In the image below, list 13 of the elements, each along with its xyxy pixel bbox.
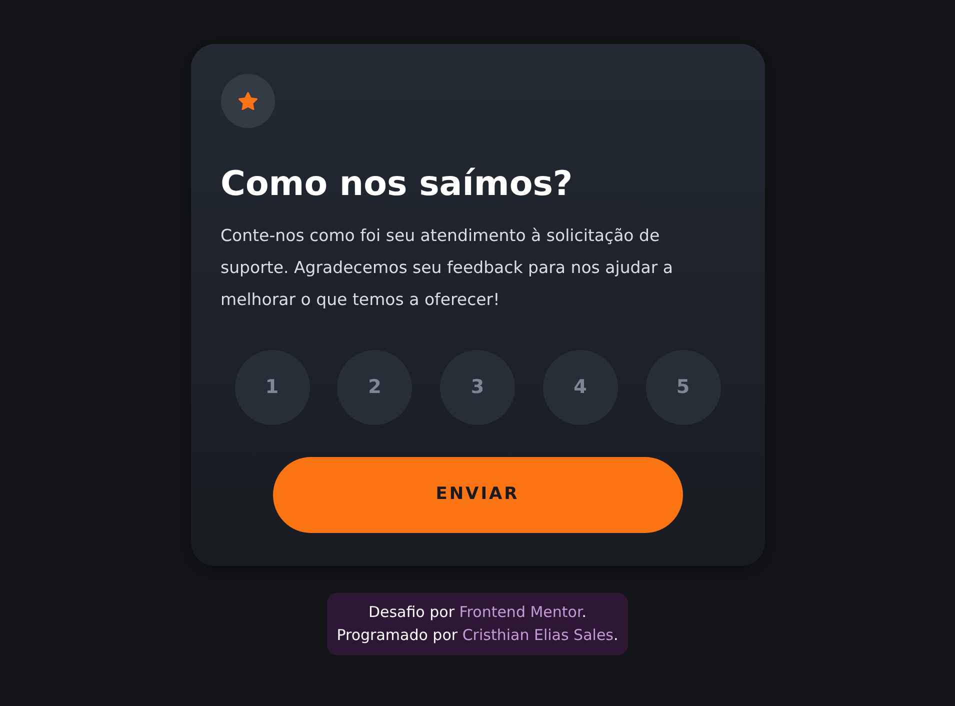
rating-option[interactable]: 4 — [542, 350, 618, 425]
rating-option[interactable]: 1 — [234, 350, 310, 425]
star-icon — [238, 92, 258, 110]
rating-option[interactable]: 2 — [337, 350, 412, 425]
attribution-text: Programado por Cristhian Elias Sales. — [336, 625, 618, 646]
attribution-link[interactable]: Cristhian Elias Sales — [462, 626, 614, 644]
submit-button[interactable]: ENVIAR — [272, 457, 682, 533]
card-description: Conte-nos como foi seu atendimento à solicitação de suporte. Agradecemos seu feedback para nos ajudar a melhorar o que temos a oferecer! — [220, 225, 674, 311]
card-title: Como nos saímos? — [220, 163, 574, 206]
attribution-link[interactable]: Frontend Mentor — [459, 603, 582, 621]
rating-option[interactable]: 5 — [646, 350, 720, 425]
rating-option[interactable]: 3 — [440, 350, 515, 425]
attribution-text: Desafio por Frontend Mentor. — [368, 602, 587, 623]
